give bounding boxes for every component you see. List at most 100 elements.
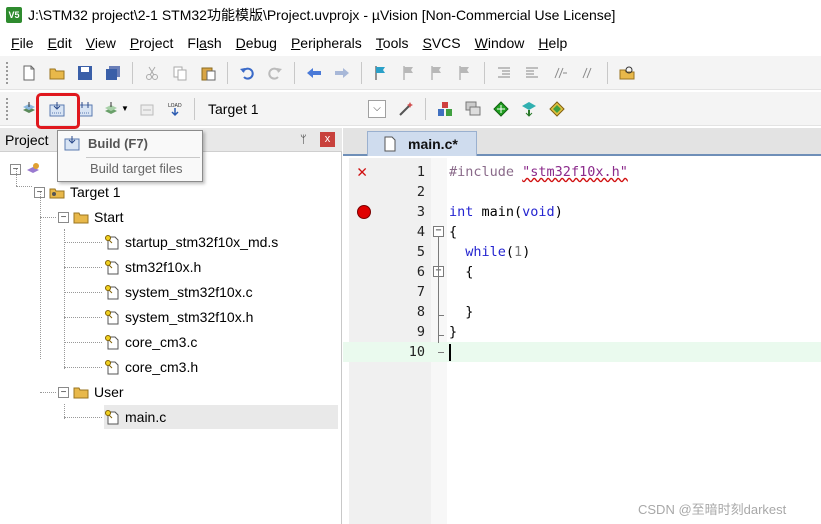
menu-item[interactable]: Flash [180, 32, 228, 54]
tree-file[interactable]: core_cm3.c [104, 330, 197, 354]
fold-guide-end [438, 352, 444, 353]
code-line[interactable]: 9 } [343, 322, 821, 342]
tree-file-label: core_cm3.h [125, 359, 199, 375]
code-line[interactable]: 2 [343, 182, 821, 202]
code-line[interactable]: 6 − { [343, 262, 821, 282]
line-number: 8 [416, 304, 425, 320]
comment-button[interactable] [548, 61, 572, 85]
select-packs-button[interactable] [545, 97, 569, 121]
menu-item[interactable]: Debug [229, 32, 284, 54]
navigate-forward-button[interactable] [330, 61, 354, 85]
code-line[interactable]: ✕ 1 #include "stm32f10x.h" [343, 162, 821, 182]
tree-file[interactable]: stm32f10x.h [104, 255, 201, 279]
collapse-icon[interactable]: − [58, 386, 69, 398]
tree-root[interactable]: − [10, 157, 41, 181]
menu-item[interactable]: Window [468, 32, 532, 54]
menu-item-label: iew [94, 35, 116, 51]
collapse-icon[interactable]: − [58, 211, 69, 223]
undo-button[interactable] [235, 61, 259, 85]
cut-button[interactable] [140, 61, 164, 85]
close-pane-button[interactable]: x [320, 132, 335, 147]
copy-button[interactable] [168, 61, 192, 85]
code-editor[interactable]: ✕ 1 #include "stm32f10x.h" 2 3 int main(… [343, 158, 821, 524]
tree-file[interactable]: main.c [104, 405, 338, 429]
new-file-button[interactable] [17, 61, 41, 85]
menu-item-hotkey: D [235, 35, 246, 51]
stop-build-button[interactable] [135, 97, 159, 121]
pack-installer-icon [522, 101, 536, 117]
target-select-value[interactable]: Target 1 [208, 101, 368, 117]
tree-file[interactable]: startup_stm32f10x_md.s [104, 230, 278, 254]
menu-item[interactable]: SVCS [415, 32, 467, 54]
previous-bookmark-button[interactable] [397, 61, 421, 85]
save-button[interactable] [73, 61, 97, 85]
bookmark-flag-icon [375, 65, 385, 80]
tree-target-label: Target 1 [70, 184, 121, 200]
tree-group[interactable]: − User [58, 380, 124, 404]
tree-guide-line [64, 317, 102, 318]
tree-group[interactable]: − Start [58, 205, 124, 229]
code-text: { [449, 264, 473, 280]
code-text: #include "stm32f10x.h" [449, 164, 628, 180]
toolbar-grip[interactable] [6, 61, 10, 84]
target-dropdown-button[interactable]: ⌵ [368, 99, 386, 118]
menu-item[interactable]: File [4, 32, 41, 54]
menu-item[interactable]: Peripherals [284, 32, 369, 54]
insert-bookmark-button[interactable] [369, 61, 393, 85]
menu-item[interactable]: Help [531, 32, 574, 54]
next-bookmark-button[interactable] [425, 61, 449, 85]
navigate-back-button[interactable] [302, 61, 326, 85]
tree-target[interactable]: − Target 1 [34, 180, 121, 204]
tree-group-label: Start [94, 209, 124, 225]
open-file-button[interactable] [45, 61, 69, 85]
download-button[interactable]: LOAD [163, 97, 187, 121]
find-folder-icon [619, 66, 635, 79]
project-pane: Project ᛘ x − − Target 1 − Start startup_s… [0, 128, 342, 524]
save-all-button[interactable] [101, 61, 125, 85]
code-line-current[interactable]: 10 [343, 342, 821, 362]
tab-main-c[interactable]: main.c* [367, 131, 477, 156]
menu-item-hotkey: P [129, 35, 140, 51]
breakpoint-icon[interactable] [357, 205, 371, 219]
manage-books-button[interactable] [461, 97, 485, 121]
toolbar-separator [607, 61, 608, 84]
code-line[interactable]: 8 } [343, 302, 821, 322]
menu-item-hotkey: S [422, 35, 432, 51]
fold-collapse-icon[interactable]: − [433, 226, 444, 237]
code-line[interactable]: 3 int main(void) [343, 202, 821, 222]
tree-file[interactable]: core_cm3.h [104, 355, 198, 379]
pin-icon[interactable]: ᛘ [300, 134, 307, 146]
load-download-icon: LOAD [168, 103, 182, 116]
batch-build-button[interactable]: ▼ [101, 97, 131, 121]
target-options-button[interactable] [394, 97, 418, 121]
uncomment-button[interactable] [576, 61, 600, 85]
paste-button[interactable] [196, 61, 220, 85]
uncomment-icon [582, 67, 592, 78]
green-diamond-icon [493, 100, 509, 117]
code-line[interactable]: 5 while(1) [343, 242, 821, 262]
toolbar-grip[interactable] [6, 97, 10, 120]
preprocessor-token: #include [449, 164, 515, 180]
redo-button[interactable] [263, 61, 287, 85]
manage-rte-button[interactable] [489, 97, 513, 121]
file-edit-toolbar [0, 56, 821, 90]
menu-item[interactable]: Project [123, 32, 181, 54]
tree-file[interactable]: system_stm32f10x.h [104, 305, 253, 329]
file-key-icon [105, 335, 119, 350]
code-line[interactable]: 7 [343, 282, 821, 302]
pack-installer-button[interactable] [517, 97, 541, 121]
menu-item[interactable]: Edit [41, 32, 79, 54]
find-in-files-button[interactable] [615, 61, 639, 85]
indent-button[interactable] [492, 61, 516, 85]
fold-guide-end [438, 315, 444, 316]
file-extensions-button[interactable] [433, 97, 457, 121]
tree-file[interactable]: system_stm32f10x.c [104, 280, 253, 304]
clear-bookmarks-button[interactable] [453, 61, 477, 85]
unindent-button[interactable] [520, 61, 544, 85]
code-text: } [449, 304, 473, 320]
line-number: 2 [416, 184, 425, 200]
menu-item[interactable]: Tools [369, 32, 416, 54]
toolbar-separator [227, 61, 228, 84]
code-line[interactable]: 4 − { [343, 222, 821, 242]
menu-item[interactable]: View [79, 32, 123, 54]
